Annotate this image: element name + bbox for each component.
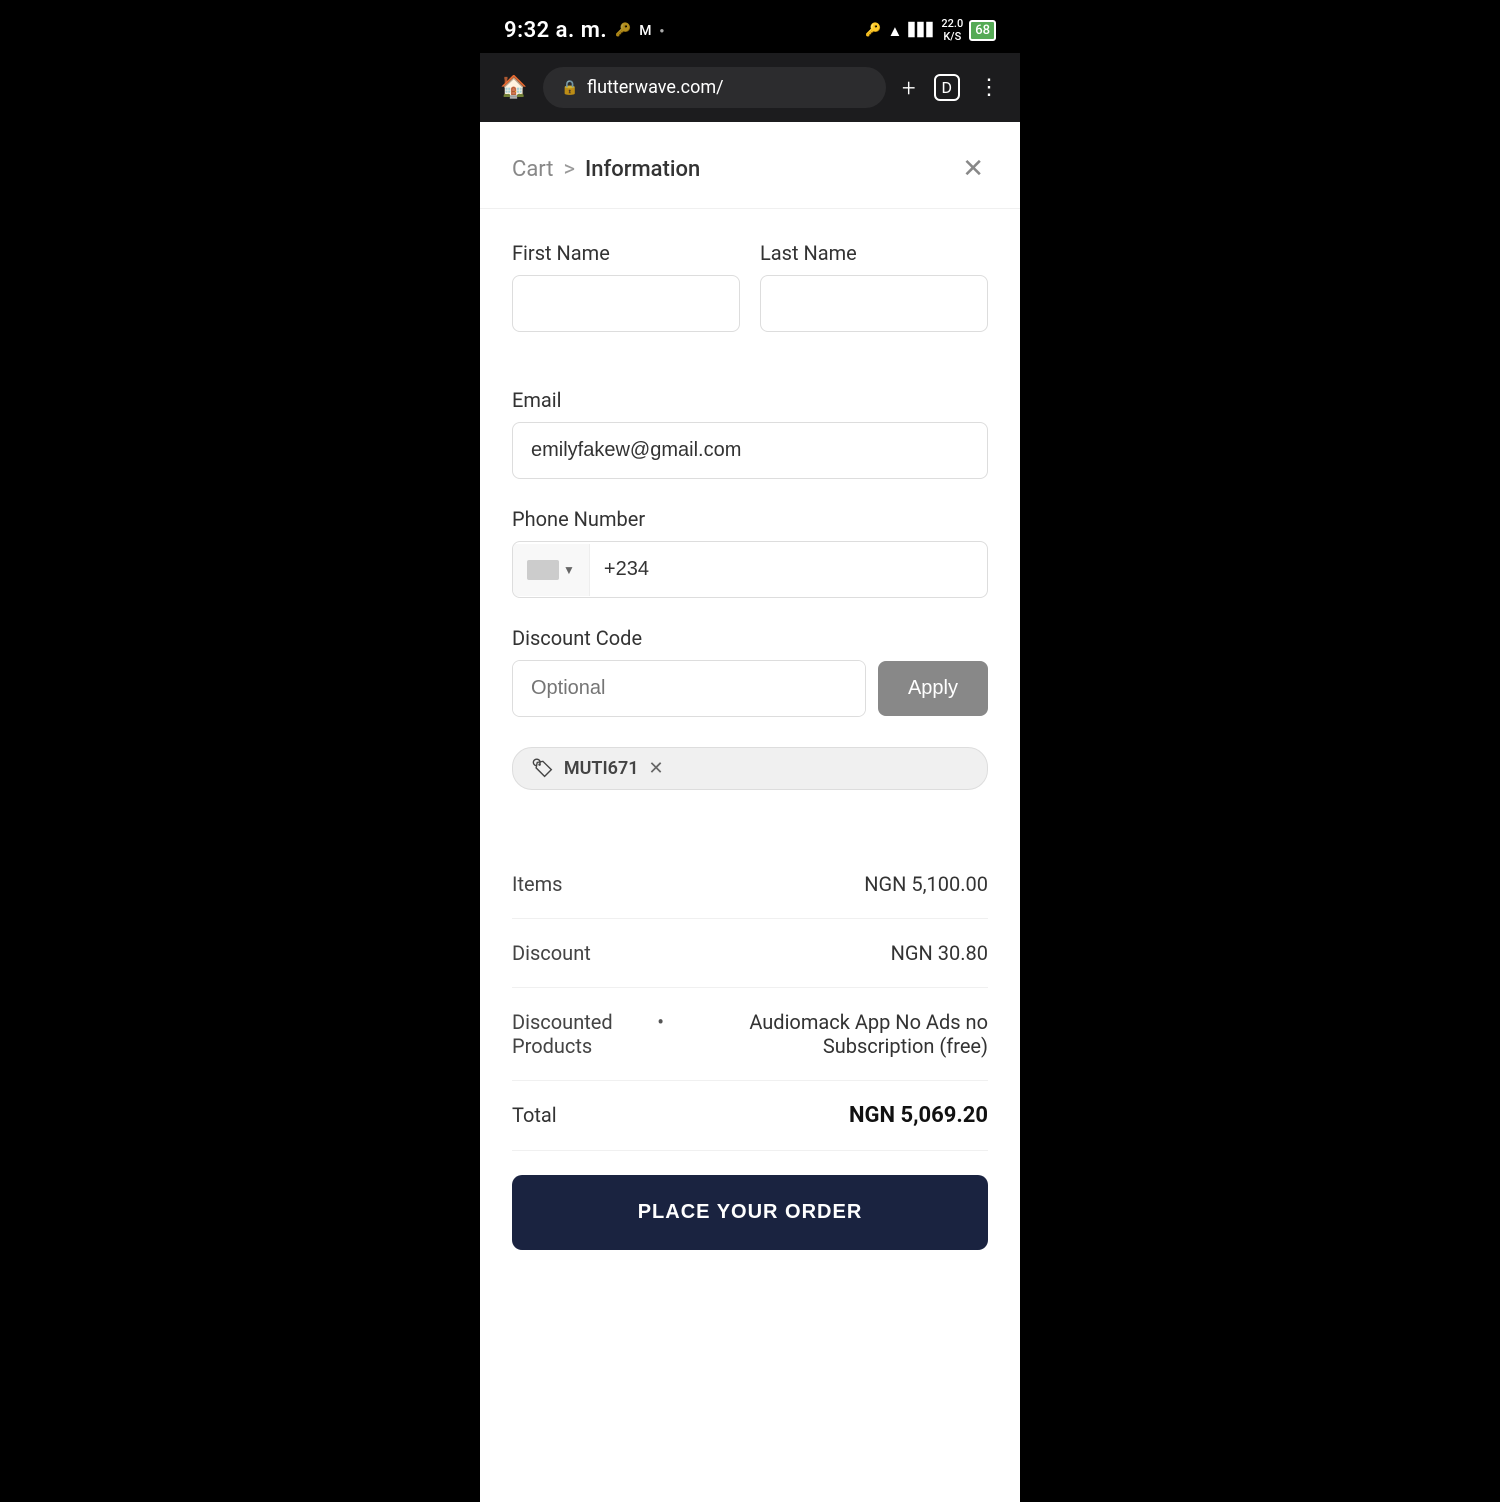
breadcrumb-current: Information bbox=[585, 157, 700, 182]
discount-row-summary: Discount NGN 30.80 bbox=[512, 919, 988, 988]
last-name-input[interactable] bbox=[760, 275, 988, 332]
browser-actions: + D ⋮ bbox=[902, 74, 1000, 102]
phone-input-wrapper: ▼ bbox=[512, 541, 988, 598]
status-bar: 9:32 a. m. 🔑 M ● 🔑 ▲ ▋▋▋ 22.0K/S 68 bbox=[480, 0, 1020, 53]
status-right: 🔑 ▲ ▋▋▋ 22.0K/S 68 bbox=[865, 18, 996, 42]
discounted-products-row: Discounted Products • Audiomack App No A… bbox=[512, 988, 988, 1081]
phone-label: Phone Number bbox=[512, 507, 988, 531]
status-time: 9:32 a. m. bbox=[504, 18, 607, 43]
discount-value: NGN 30.80 bbox=[891, 941, 988, 965]
discount-row: Apply bbox=[512, 660, 988, 717]
items-label: Items bbox=[512, 872, 562, 896]
discount-label: Discount Code bbox=[512, 626, 988, 650]
mail-icon: M bbox=[639, 23, 651, 39]
cta-section: PLACE YOUR ORDER bbox=[480, 1151, 1020, 1290]
email-group: Email bbox=[512, 388, 988, 479]
apply-button[interactable]: Apply bbox=[878, 661, 988, 716]
bullet-icon: • bbox=[657, 1010, 664, 1034]
flag-icon bbox=[527, 560, 559, 580]
phone-number-input[interactable] bbox=[590, 542, 987, 597]
email-label: Email bbox=[512, 388, 988, 412]
battery-level: 68 bbox=[969, 20, 996, 41]
total-label: Total bbox=[512, 1103, 557, 1127]
menu-button[interactable]: ⋮ bbox=[978, 75, 1000, 100]
phone-group: Phone Number ▼ bbox=[512, 507, 988, 598]
breadcrumb-separator: > bbox=[563, 157, 575, 182]
close-button[interactable]: ✕ bbox=[958, 150, 988, 188]
browser-bar: 🏠 🔒 flutterwave.com/ + D ⋮ bbox=[480, 53, 1020, 122]
name-row: First Name Last Name bbox=[512, 241, 988, 360]
discounted-products-label: Discounted Products bbox=[512, 1010, 657, 1058]
breadcrumb-cart[interactable]: Cart bbox=[512, 157, 553, 182]
last-name-label: Last Name bbox=[760, 241, 988, 265]
discount-label-summary: Discount bbox=[512, 941, 591, 965]
discounted-product-text: Audiomack App No Ads no Subscription (fr… bbox=[672, 1010, 988, 1058]
discount-input-wrapper bbox=[512, 660, 866, 717]
applied-code-text: MUTI671 bbox=[564, 758, 639, 779]
form-section: First Name Last Name Email Phone Number bbox=[480, 209, 1020, 822]
order-summary: Items NGN 5,100.00 Discount NGN 30.80 Di… bbox=[480, 850, 1020, 1151]
first-name-input[interactable] bbox=[512, 275, 740, 332]
data-speed: 22.0K/S bbox=[941, 18, 963, 42]
home-button[interactable]: 🏠 bbox=[500, 75, 527, 100]
email-input[interactable] bbox=[512, 422, 988, 479]
tab-switcher-button[interactable]: D bbox=[934, 74, 961, 101]
signal-icon: ▋▋▋ bbox=[908, 23, 935, 38]
total-value: NGN 5,069.20 bbox=[849, 1103, 988, 1128]
status-icons: 🔑 bbox=[615, 23, 631, 38]
status-left: 9:32 a. m. 🔑 M ● bbox=[504, 18, 664, 43]
page-content: Cart > Information ✕ First Name Last Nam… bbox=[480, 122, 1020, 1502]
breadcrumb: Cart > Information bbox=[512, 157, 700, 182]
url-text: flutterwave.com/ bbox=[587, 77, 724, 98]
place-order-button[interactable]: PLACE YOUR ORDER bbox=[512, 1175, 988, 1250]
wifi-icon: ▲ bbox=[888, 22, 903, 40]
key-icon: 🔑 bbox=[865, 23, 881, 38]
first-name-label: First Name bbox=[512, 241, 740, 265]
discount-code-input[interactable] bbox=[513, 661, 865, 716]
phone-frame: 9:32 a. m. 🔑 M ● 🔑 ▲ ▋▋▋ 22.0K/S 68 🏠 🔒 … bbox=[480, 0, 1020, 1502]
items-value: NGN 5,100.00 bbox=[864, 872, 988, 896]
first-name-group: First Name bbox=[512, 241, 740, 332]
discounted-product-item: • Audiomack App No Ads no Subscription (… bbox=[657, 1010, 988, 1058]
discount-applied-tag: 🏷 MUTI671 ✕ bbox=[512, 747, 988, 790]
add-tab-button[interactable]: + bbox=[902, 74, 916, 102]
address-bar[interactable]: 🔒 flutterwave.com/ bbox=[543, 67, 886, 108]
page-header: Cart > Information ✕ bbox=[480, 122, 1020, 209]
flag-dropdown-arrow: ▼ bbox=[563, 563, 575, 577]
discounted-products-list: • Audiomack App No Ads no Subscription (… bbox=[657, 1010, 988, 1058]
discount-group: Discount Code Apply 🏷 MUTI671 ✕ bbox=[512, 626, 988, 822]
total-row: Total NGN 5,069.20 bbox=[512, 1081, 988, 1151]
remove-tag-button[interactable]: ✕ bbox=[649, 758, 664, 779]
phone-flag-selector[interactable]: ▼ bbox=[513, 544, 590, 596]
dot-icon: ● bbox=[660, 26, 665, 35]
items-row: Items NGN 5,100.00 bbox=[512, 850, 988, 919]
last-name-group: Last Name bbox=[760, 241, 988, 332]
lock-icon: 🔒 bbox=[561, 80, 578, 96]
tag-icon: 🏷 bbox=[531, 758, 554, 779]
